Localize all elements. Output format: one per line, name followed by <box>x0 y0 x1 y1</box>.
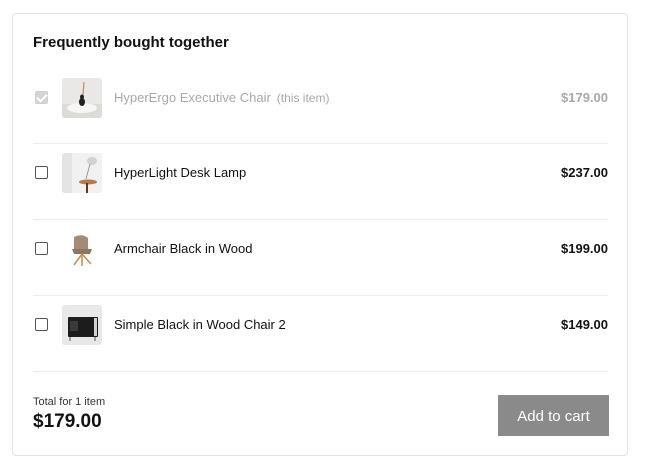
product-list: HyperErgo Executive Chair (this item) $17… <box>33 77 608 372</box>
list-item: HyperErgo Executive Chair (this item) $17… <box>33 77 608 144</box>
item-name: HyperErgo Executive Chair (this item) <box>114 90 330 105</box>
total-price: $179.00 <box>33 411 102 432</box>
item-price: $237.00 <box>561 165 608 180</box>
item-price: $179.00 <box>561 90 608 105</box>
item-name[interactable]: HyperLight Desk Lamp <box>114 165 246 181</box>
this-item-note: (this item) <box>276 91 330 105</box>
list-item: Armchair Black in Wood $199.00 <box>33 220 608 296</box>
list-item: HyperLight Desk Lamp $237.00 <box>33 144 608 220</box>
total-label: Total for 1 item <box>33 396 106 408</box>
item-name[interactable]: Simple Black in Wood Chair 2 <box>114 317 286 333</box>
armchair-image[interactable] <box>62 229 102 269</box>
item-checkbox[interactable] <box>35 318 48 331</box>
item-checkbox[interactable] <box>35 242 48 255</box>
item-checkbox-disabled <box>35 91 48 104</box>
widget-title: Frequently bought together <box>33 34 229 51</box>
office-chair-image <box>62 78 102 118</box>
list-item: Simple Black in Wood Chair 2 $149.00 <box>33 296 608 372</box>
item-checkbox[interactable] <box>35 166 48 179</box>
frequently-bought-together-widget: Frequently bought together HyperErgo Exe… <box>12 13 628 456</box>
desk-lamp-image[interactable] <box>62 153 102 193</box>
item-price: $149.00 <box>561 317 608 332</box>
add-to-cart-button[interactable]: Add to cart <box>498 395 609 436</box>
item-name[interactable]: Armchair Black in Wood <box>114 241 252 257</box>
item-price: $199.00 <box>561 241 608 256</box>
black-chair-image[interactable] <box>62 305 102 345</box>
